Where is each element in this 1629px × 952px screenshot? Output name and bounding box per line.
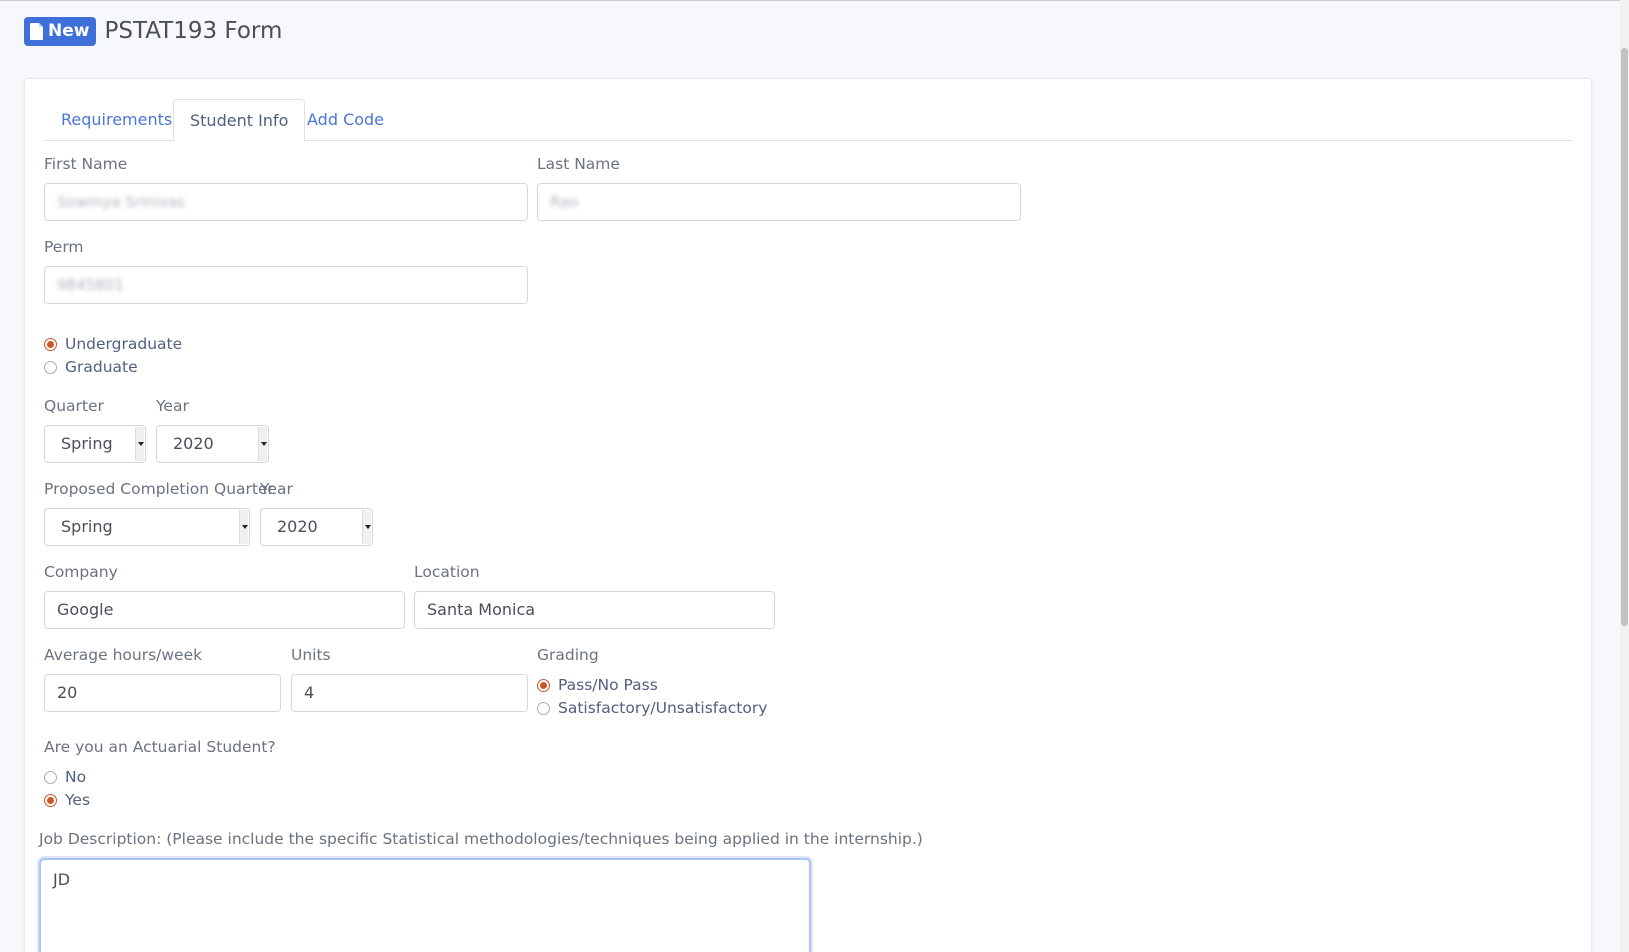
radio-pass-no-pass[interactable]: Pass/No Pass (537, 676, 658, 694)
radio-actuarial-yes-label: Yes (65, 791, 91, 809)
perm-field[interactable]: 9845801 (44, 266, 528, 304)
year-select-value: 2020 (173, 434, 214, 453)
tab-student-info[interactable]: Student Info (173, 99, 306, 142)
first-name-value: Sowmya Srinivas (57, 193, 185, 211)
job-description-label: Job Description: (Please include the spe… (39, 830, 923, 848)
radio-pass-no-pass-dot[interactable] (537, 678, 550, 692)
page-scrollbar[interactable] (1620, 0, 1629, 952)
radio-actuarial-no[interactable]: No (44, 768, 86, 786)
tab-add-code[interactable]: Add Code (291, 99, 400, 141)
tab-bar: Requirements Student Info Add Code (45, 99, 1573, 142)
completion-quarter-select[interactable]: Spring (44, 508, 250, 546)
location-field[interactable]: Santa Monica (414, 591, 775, 629)
year-select[interactable]: 2020 (156, 425, 269, 463)
radio-undergraduate[interactable]: Undergraduate (44, 335, 182, 353)
completion-quarter-value: Spring (61, 517, 113, 536)
completion-year-select[interactable]: 2020 (260, 508, 373, 546)
radio-satisfactory[interactable]: Satisfactory/Unsatisfactory (537, 699, 767, 717)
chevron-down-icon (135, 427, 144, 461)
radio-actuarial-no-dot[interactable] (44, 770, 57, 784)
radio-undergraduate-label: Undergraduate (65, 335, 183, 353)
scrollbar-thumb[interactable] (1621, 48, 1628, 626)
form-card: Requirements Student Info Add Code First… (24, 78, 1592, 952)
chevron-down-icon (362, 510, 371, 544)
perm-label: Perm (44, 238, 84, 256)
completion-year-label: Year (260, 480, 293, 498)
radio-actuarial-yes-dot[interactable] (44, 793, 57, 807)
units-label: Units (291, 646, 331, 664)
hours-label: Average hours/week (44, 646, 203, 664)
chevron-down-icon (239, 510, 248, 544)
quarter-label: Quarter (44, 397, 104, 415)
radio-actuarial-yes[interactable]: Yes (44, 791, 90, 809)
tab-requirements[interactable]: Requirements (45, 99, 188, 141)
location-label: Location (414, 563, 480, 581)
last-name-value: Rao (550, 193, 579, 211)
radio-graduate[interactable]: Graduate (44, 358, 138, 376)
quarter-select[interactable]: Spring (44, 425, 146, 463)
completion-quarter-label: Proposed Completion Quarter (44, 480, 274, 498)
hours-field[interactable]: 20 (44, 674, 281, 712)
completion-year-value: 2020 (277, 517, 318, 536)
year-label: Year (156, 397, 189, 415)
page-title: PSTAT193 Form (104, 17, 283, 44)
radio-satisfactory-label: Satisfactory/Unsatisfactory (558, 699, 768, 717)
radio-graduate-dot[interactable] (44, 360, 57, 374)
file-icon (30, 22, 43, 40)
last-name-label: Last Name (537, 155, 620, 173)
last-name-field[interactable]: Rao (537, 183, 1021, 221)
radio-graduate-label: Graduate (65, 358, 138, 376)
new-badge-label: New (48, 20, 90, 41)
radio-satisfactory-dot[interactable] (537, 701, 550, 715)
radio-undergraduate-dot[interactable] (44, 337, 57, 351)
new-badge: New (24, 16, 97, 46)
quarter-select-value: Spring (61, 434, 113, 453)
company-label: Company (44, 563, 118, 581)
perm-value: 9845801 (57, 276, 124, 294)
page-header: New PSTAT193 Form (24, 16, 282, 46)
company-field[interactable]: Google (44, 591, 405, 629)
actuarial-label: Are you an Actuarial Student? (44, 738, 276, 756)
radio-pass-no-pass-label: Pass/No Pass (558, 676, 658, 694)
chevron-down-icon (258, 427, 267, 461)
first-name-label: First Name (44, 155, 128, 173)
units-field[interactable]: 4 (291, 674, 528, 712)
first-name-field[interactable]: Sowmya Srinivas (44, 183, 528, 221)
top-border (0, 0, 1629, 1)
radio-actuarial-no-label: No (65, 768, 87, 786)
grading-label: Grading (537, 646, 599, 664)
job-description-textarea[interactable]: JD (39, 858, 811, 952)
